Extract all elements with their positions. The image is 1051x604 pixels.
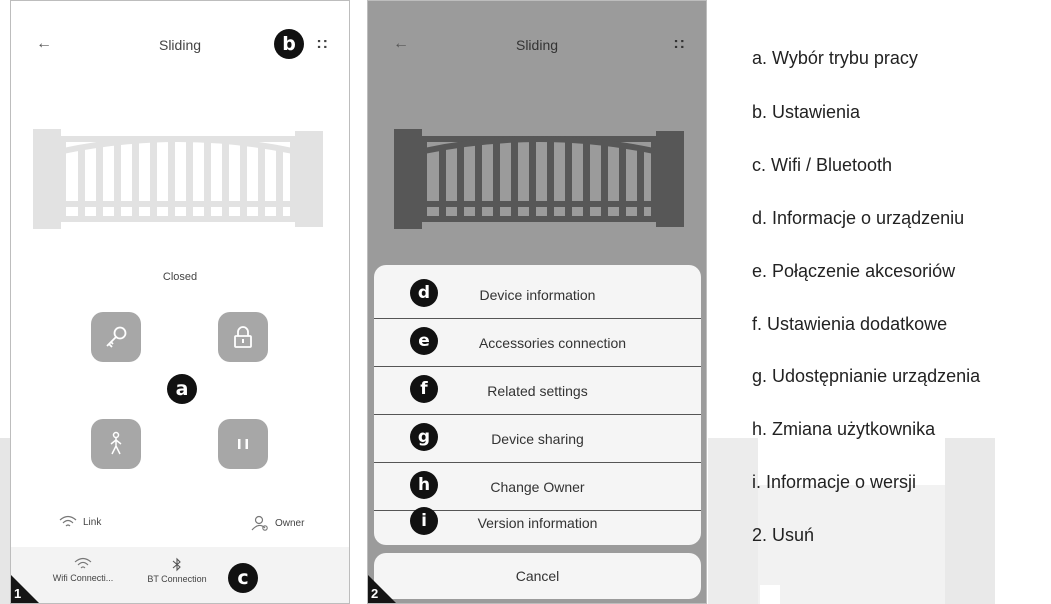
menu-item-label: Device sharing xyxy=(491,430,584,447)
menu-item-label: Device information xyxy=(479,286,596,303)
menu-item-version-information[interactable]: i Version information xyxy=(374,499,701,545)
tab-bt-connection[interactable]: BT Connection xyxy=(137,557,217,584)
legend-item-c: c. Wifi / Bluetooth xyxy=(752,155,893,175)
key-icon xyxy=(106,326,127,348)
menu-item-device-sharing[interactable]: g Device sharing xyxy=(374,415,701,463)
menu-item-related-settings[interactable]: f Related settings xyxy=(374,367,701,415)
menu-item-label: Change Owner xyxy=(490,478,585,495)
pedestrian-mode-button[interactable] xyxy=(91,419,141,469)
menu-item-device-information[interactable]: d Device information xyxy=(374,271,701,319)
legend-item-f: f. Ustawienia dodatkowe xyxy=(752,314,948,334)
settings-menu-sheet: d Device information e Accessories conne… xyxy=(374,265,701,545)
gate-pillar-left xyxy=(33,129,61,229)
wifi-icon xyxy=(74,557,92,569)
settings-menu-icon[interactable]: :: xyxy=(673,35,686,53)
gate-illustration xyxy=(394,129,684,229)
cancel-button[interactable]: Cancel xyxy=(374,553,701,599)
badge-c: c xyxy=(228,563,258,593)
legend-item-d: d. Informacje o urządzeniu xyxy=(752,208,965,228)
gate-status-text: Closed xyxy=(162,271,198,283)
menu-item-accessories-connection[interactable]: e Accessories connection xyxy=(374,319,701,367)
owner-user-icon xyxy=(251,515,268,531)
tab-wifi-label: Wifi Connecti... xyxy=(52,573,114,583)
owner-label: Owner xyxy=(275,517,305,529)
background-shape-right-1 xyxy=(708,438,758,604)
badge-h: h xyxy=(410,471,438,499)
settings-menu-icon[interactable]: :: xyxy=(316,35,329,53)
background-shape-right-3 xyxy=(945,438,995,604)
legend-item-g: g. Udostępnianie urządzenia xyxy=(752,366,981,386)
badge-d: d xyxy=(410,279,438,307)
lock-mode-button[interactable] xyxy=(218,312,268,362)
legend-item-delete: 2. Usuń xyxy=(752,525,815,545)
background-shape-right-4 xyxy=(760,585,780,604)
pause-button[interactable] xyxy=(218,419,268,469)
key-mode-button[interactable] xyxy=(91,312,141,362)
pedestrian-icon xyxy=(110,431,122,455)
link-label: Link xyxy=(83,516,102,528)
legend-item-e: e. Połączenie akcesoriów xyxy=(752,261,956,281)
tab-bt-label: BT Connection xyxy=(147,574,207,584)
connection-tab-bar: Wifi Connecti... BT Connection c xyxy=(11,547,349,603)
legend-item-b: b. Ustawienia xyxy=(752,102,861,122)
gate-bottom-rail xyxy=(63,201,293,207)
link-status[interactable]: Link xyxy=(59,515,101,529)
menu-item-label: Related settings xyxy=(487,382,588,399)
legend-item-a: a. Wybór trybu pracy xyxy=(752,48,918,68)
badge-a: a xyxy=(167,374,197,404)
badge-f: f xyxy=(410,375,438,403)
phone-screen-settings: ← Sliding :: d Device information e Acce… xyxy=(367,0,707,604)
badge-b: b xyxy=(274,29,304,59)
menu-item-label: Accessories connection xyxy=(478,334,627,351)
corner-number-1: 1 xyxy=(14,586,22,601)
corner-number-2: 2 xyxy=(371,586,379,601)
legend-item-i: i. Informacje o wersji xyxy=(752,472,917,492)
wifi-icon xyxy=(59,515,77,527)
page-title: Sliding xyxy=(515,37,559,53)
owner-status[interactable]: Owner xyxy=(251,515,304,531)
background-shape-left xyxy=(0,438,10,604)
gate-pillar-right xyxy=(656,131,684,227)
badge-i: i xyxy=(410,507,438,535)
menu-item-label: Version information xyxy=(477,515,598,531)
phone-screen-main: ← Sliding b :: Closed a Link Owner Wifi … xyxy=(10,0,350,604)
pause-icon xyxy=(238,439,248,449)
gate-pillar-right xyxy=(295,131,323,227)
tab-wifi-connection[interactable]: Wifi Connecti... xyxy=(43,557,123,583)
gate-pillar-left xyxy=(394,129,422,229)
badge-e: e xyxy=(410,327,438,355)
badge-g: g xyxy=(410,423,438,451)
gate-illustration xyxy=(33,129,323,229)
lock-icon xyxy=(234,326,252,348)
gate-bottom-rail xyxy=(424,201,654,207)
bluetooth-icon xyxy=(172,557,181,572)
legend-item-h: h. Zmiana użytkownika xyxy=(752,419,936,439)
